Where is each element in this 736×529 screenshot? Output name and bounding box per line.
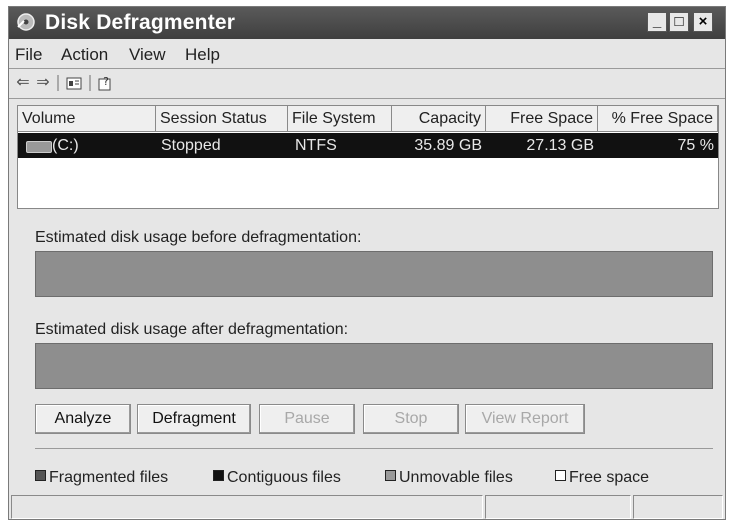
defragmenter-app-icon: [17, 13, 35, 31]
defragment-button[interactable]: Defragment: [137, 404, 251, 434]
disk-defragmenter-window: Disk Defragmenter _ □ × File Action View…: [8, 6, 726, 520]
pause-button[interactable]: Pause: [259, 404, 355, 434]
session-status: Stopped: [161, 137, 221, 154]
after-usage-label: Estimated disk usage after defragmentati…: [35, 321, 349, 338]
title-bar[interactable]: Disk Defragmenter _ □ ×: [9, 7, 725, 39]
close-button[interactable]: ×: [693, 12, 713, 32]
after-usage-bar: [35, 343, 713, 389]
menu-file[interactable]: File: [15, 45, 42, 65]
toolbar: ⇐ ⇒ ?: [9, 71, 725, 97]
column-header-file-system[interactable]: File System: [288, 106, 392, 132]
svg-text:?: ?: [103, 75, 109, 88]
legend-unmovable-label: Unmovable files: [399, 469, 513, 486]
volume-list[interactable]: Volume Session Status File System Capaci…: [17, 105, 719, 209]
menu-divider: [9, 68, 725, 69]
hard-drive-icon: [26, 141, 52, 153]
column-header-volume[interactable]: Volume: [18, 106, 156, 132]
legend-free: Free space: [555, 469, 649, 487]
pct-free-space: 75 %: [677, 137, 714, 154]
column-header-session-status[interactable]: Session Status: [156, 106, 288, 132]
before-usage-label: Estimated disk usage before defragmentat…: [35, 229, 362, 246]
window-title: Disk Defragmenter: [45, 11, 236, 34]
status-bar-main: [11, 495, 483, 519]
properties-icon[interactable]: [65, 73, 83, 93]
legend-unmovable: Unmovable files: [385, 469, 513, 487]
before-usage-bar: [35, 251, 713, 297]
status-bar-panel: [485, 495, 631, 519]
legend-contiguous-label: Contiguous files: [227, 469, 341, 486]
unmovable-swatch: [385, 470, 396, 481]
toolbar-separator: [89, 75, 91, 91]
menu-bar: File Action View Help: [9, 41, 725, 67]
legend-contiguous: Contiguous files: [213, 469, 341, 487]
free-space: 27.13 GB: [526, 137, 594, 154]
legend-free-label: Free space: [569, 469, 650, 486]
stop-button[interactable]: Stop: [363, 404, 459, 434]
column-header-capacity[interactable]: Capacity: [392, 106, 486, 132]
column-header-pct-free-space[interactable]: % Free Space: [598, 106, 718, 132]
menu-help[interactable]: Help: [185, 45, 220, 65]
legend-divider: [35, 448, 713, 449]
capacity: 35.89 GB: [414, 137, 482, 154]
forward-arrow-icon[interactable]: ⇒: [35, 73, 51, 93]
column-header-free-space[interactable]: Free Space: [486, 106, 598, 132]
volume-name: (C:): [52, 137, 79, 154]
fragmented-swatch: [35, 470, 46, 481]
menu-action[interactable]: Action: [61, 45, 108, 65]
menu-view[interactable]: View: [129, 45, 166, 65]
contiguous-swatch: [213, 470, 224, 481]
status-bar-panel: [633, 495, 723, 519]
back-arrow-icon[interactable]: ⇐: [15, 73, 31, 93]
maximize-button[interactable]: □: [669, 12, 689, 32]
help-icon[interactable]: ?: [97, 73, 115, 93]
minimize-button[interactable]: _: [647, 12, 667, 32]
legend-fragmented-label: Fragmented files: [49, 469, 169, 486]
view-report-button[interactable]: View Report: [465, 404, 585, 434]
analyze-button[interactable]: Analyze: [35, 404, 131, 434]
free-space-swatch: [555, 470, 566, 481]
toolbar-separator: [57, 75, 59, 91]
file-system: NTFS: [295, 137, 337, 154]
toolbar-divider: [9, 98, 725, 99]
table-row[interactable]: (C:) Stopped NTFS 35.89 GB 27.13 GB 75 %: [18, 133, 718, 158]
legend-fragmented: Fragmented files: [35, 469, 168, 487]
